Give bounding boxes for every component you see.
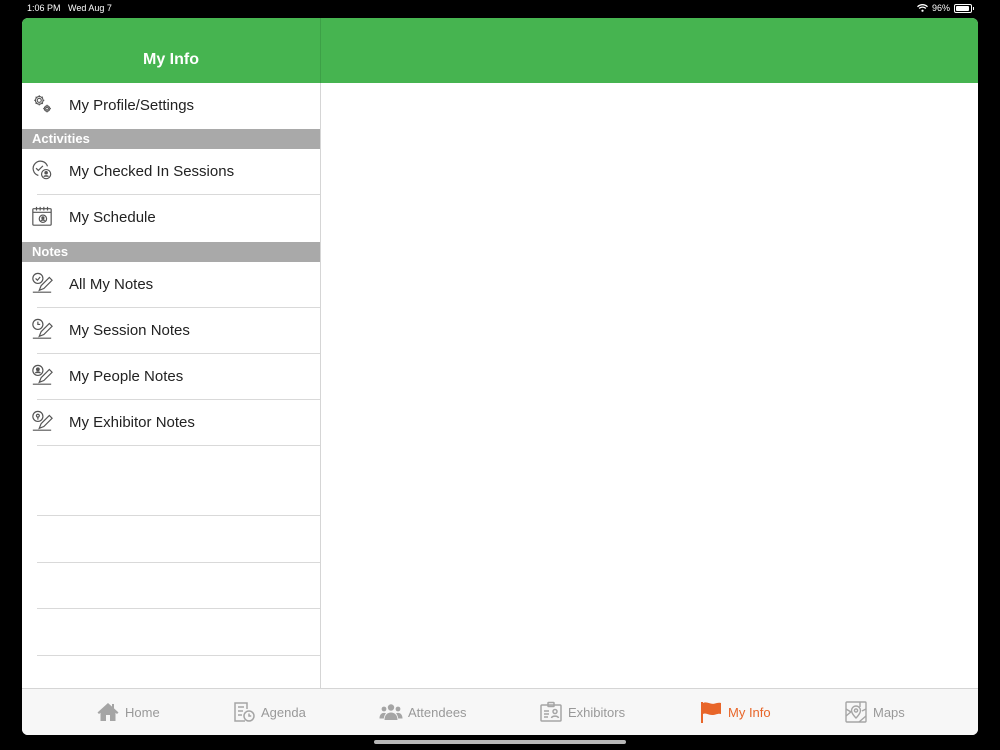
notes-person-icon [32,364,53,385]
tab-bar: Home Agenda Attendees Exhibitors My Info… [22,688,978,735]
flag-icon [701,702,721,723]
gears-icon [34,95,51,113]
sidebar-item-label: My Schedule [69,209,156,226]
checked-in-icon [32,160,52,180]
header-bar: My Info [22,18,978,83]
sidebar-item-exhibitor-notes[interactable]: My Exhibitor Notes [22,400,320,446]
tab-label: Home [125,704,160,720]
empty-row-separator [37,562,320,563]
notes-check-icon [32,272,53,293]
tab-home[interactable]: Home [96,699,160,725]
calendar-icon [32,206,52,226]
tab-label: Attendees [408,704,467,720]
tab-label: Maps [873,704,905,720]
tab-label: Exhibitors [568,704,626,720]
status-date: Wed Aug 7 [68,3,112,13]
sidebar-item-label: All My Notes [69,276,154,293]
attendees-icon [379,704,403,720]
page-title: My Info [143,51,199,68]
sidebar-item-checked-in-sessions[interactable]: My Checked In Sessions [22,149,320,195]
maps-icon [845,701,867,723]
notes-clock-icon [32,318,53,339]
status-time: 1:06 PM [27,3,61,13]
sidebar-item-profile-settings[interactable]: My Profile/Settings [22,83,320,129]
tab-exhibitors[interactable]: Exhibitors [539,699,625,725]
empty-row-separator [37,655,320,656]
sidebar-item-label: My Profile/Settings [69,97,195,114]
battery-fill [956,5,969,11]
tab-agenda[interactable]: Agenda [232,699,306,725]
section-header-notes: Notes [22,242,320,262]
tab-my-info[interactable]: My Info [699,699,771,725]
tab-maps[interactable]: Maps [844,699,905,725]
exhibitors-icon [540,701,562,722]
home-indicator[interactable] [374,740,626,744]
sidebar-item-label: My Checked In Sessions [69,163,235,180]
section-title: Notes [32,244,69,259]
header-divider [320,18,321,83]
battery-icon [954,3,974,13]
tab-label: My Info [728,704,771,720]
section-title: Activities [32,131,90,146]
empty-row-separator [37,515,320,516]
battery-percent: 96% [931,3,950,13]
agenda-icon [234,702,255,722]
status-right: 96% [917,3,974,13]
tab-label: Agenda [261,704,306,720]
sidebar-item-all-notes[interactable]: All My Notes [22,262,320,308]
sidebar-item-label: My Session Notes [69,322,190,339]
sidebar: My Profile/Settings Activities My Checke… [22,83,321,688]
sidebar-item-people-notes[interactable]: My People Notes [22,354,320,400]
empty-row-separator [37,608,320,609]
section-header-activities: Activities [22,129,320,149]
tab-attendees[interactable]: Attendees [379,699,467,725]
sidebar-item-label: My Exhibitor Notes [69,414,195,431]
status-bar: 1:06 PM Wed Aug 7 96% [0,0,1000,18]
home-icon [97,703,119,721]
sidebar-item-session-notes[interactable]: My Session Notes [22,308,320,354]
notes-pin-icon [32,410,53,431]
app-window: My Info My Profile/Settings Activities M… [22,18,978,735]
sidebar-item-my-schedule[interactable]: My Schedule [22,195,320,241]
wifi-icon [917,4,928,12]
sidebar-item-label: My People Notes [69,368,184,385]
row-separator [37,445,320,446]
